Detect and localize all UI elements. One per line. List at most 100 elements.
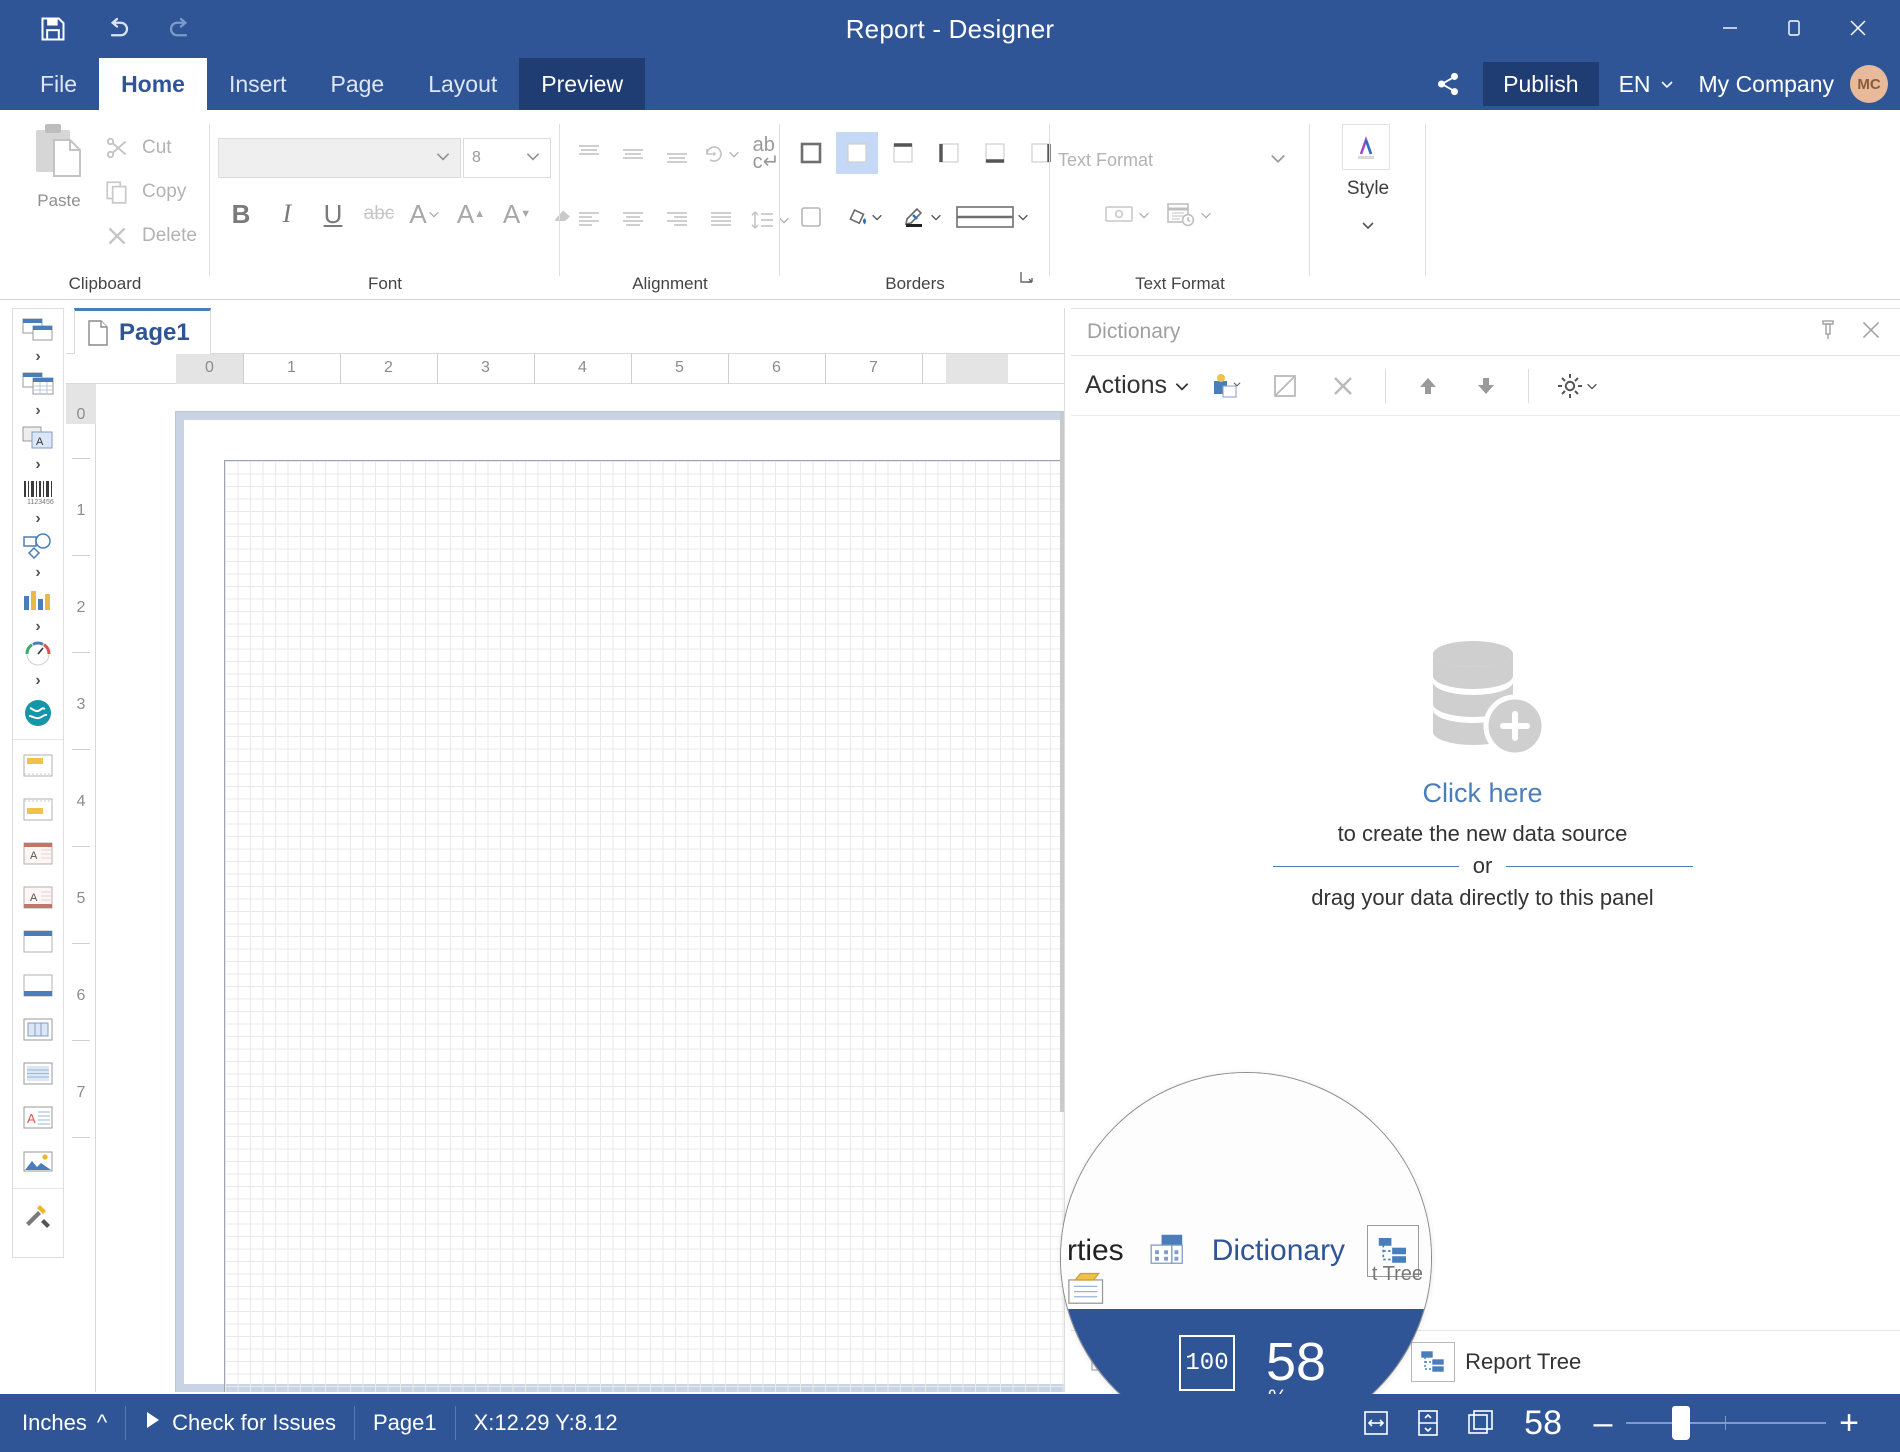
settings-icon[interactable]	[1549, 364, 1605, 408]
tab-layout[interactable]: Layout	[406, 58, 519, 110]
zoom-slider-track[interactable]	[1626, 1422, 1826, 1424]
fit-page-icon[interactable]	[1454, 1401, 1506, 1445]
minimize-button[interactable]	[1698, 4, 1762, 52]
move-up-icon[interactable]	[1406, 364, 1450, 408]
check-for-issues-button[interactable]: Check for Issues	[126, 1406, 355, 1440]
column-header-band-icon[interactable]	[13, 1008, 63, 1052]
shape-expand-arrow[interactable]: ›	[13, 563, 63, 583]
border-color-button[interactable]	[894, 196, 948, 238]
style-button[interactable]	[1342, 124, 1390, 170]
fill-color-button[interactable]	[836, 196, 890, 238]
zoom-out-button[interactable]: –	[1580, 1401, 1626, 1445]
zoom-slider-thumb[interactable]	[1672, 1406, 1690, 1440]
band-icon[interactable]	[13, 313, 63, 347]
data-band-expand-arrow[interactable]: ›	[13, 401, 63, 421]
align-right-button[interactable]	[656, 198, 698, 242]
align-center-button[interactable]	[612, 198, 654, 242]
new-item-icon[interactable]	[1205, 364, 1249, 408]
tab-report-tree[interactable]: Report Tree	[1411, 1342, 1581, 1382]
language-selector[interactable]: EN	[1605, 71, 1689, 98]
text-expand-arrow[interactable]: ›	[13, 455, 63, 475]
image-icon[interactable]	[13, 1140, 63, 1184]
group-header-band-icon[interactable]	[13, 920, 63, 964]
close-button[interactable]	[1826, 4, 1890, 52]
current-page-label[interactable]: Page1	[355, 1406, 456, 1440]
font-color-button[interactable]: A	[404, 192, 446, 236]
horizontal-ruler[interactable]: 0 1 2 3 4 5 6 7	[66, 354, 1064, 384]
bottom-border-button[interactable]	[974, 132, 1016, 174]
border-style-button[interactable]	[952, 196, 1032, 238]
move-down-icon[interactable]	[1464, 364, 1508, 408]
align-middle-button[interactable]	[612, 132, 654, 176]
company-label[interactable]: My Company	[1689, 71, 1844, 98]
align-left-button[interactable]	[568, 198, 610, 242]
tab-preview[interactable]: Preview	[519, 58, 645, 110]
align-bottom-button[interactable]	[656, 132, 698, 176]
shape-icon[interactable]	[13, 529, 63, 563]
italic-button[interactable]: I	[266, 192, 308, 236]
data-band-icon[interactable]	[13, 367, 63, 401]
report-canvas[interactable]	[96, 384, 1064, 1392]
zoom-slider[interactable]: – +	[1580, 1401, 1872, 1445]
copy-button[interactable]: Copy	[104, 170, 197, 214]
edit-icon[interactable]	[1263, 364, 1307, 408]
text-rotation-button[interactable]	[700, 132, 742, 176]
text-format-select[interactable]: Text Format	[1058, 142, 1288, 178]
report-summary-band-icon[interactable]	[13, 788, 63, 832]
remove-icon[interactable]	[1321, 364, 1365, 408]
outline-border-button[interactable]	[790, 196, 832, 238]
gauge-expand-arrow[interactable]: ›	[13, 671, 63, 691]
text-box-icon[interactable]: A	[13, 1096, 63, 1140]
bold-button[interactable]: B	[220, 192, 262, 236]
publish-button[interactable]: Publish	[1483, 62, 1598, 106]
tab-file[interactable]: File	[18, 58, 99, 110]
tab-insert[interactable]: Insert	[207, 58, 309, 110]
vertical-ruler[interactable]: 0 1 2 3 4 5 6 7	[66, 384, 96, 1392]
tab-page[interactable]: Page	[309, 58, 407, 110]
chart-expand-arrow[interactable]: ›	[13, 617, 63, 637]
underline-button[interactable]: U	[312, 192, 354, 236]
page-footer-band-icon[interactable]: A	[13, 876, 63, 920]
maximize-button[interactable]	[1762, 4, 1826, 52]
delete-button[interactable]: Delete	[104, 214, 197, 258]
page-tab-page1[interactable]: Page1	[74, 308, 211, 354]
group-footer-band-icon[interactable]	[13, 964, 63, 1008]
share-icon[interactable]	[1419, 58, 1477, 110]
barcode-icon[interactable]: 1123456	[13, 475, 63, 509]
no-border-button[interactable]	[836, 132, 878, 174]
magnified-zoom-100-button[interactable]: 100	[1179, 1335, 1235, 1391]
align-top-button[interactable]	[568, 132, 610, 176]
paste-button[interactable]: Paste	[20, 120, 98, 211]
actions-menu-button[interactable]: Actions	[1085, 371, 1191, 400]
barcode-expand-arrow[interactable]: ›	[13, 509, 63, 529]
units-selector[interactable]: Inches ^	[0, 1406, 126, 1440]
tools-icon[interactable]	[13, 1193, 63, 1237]
font-name-input[interactable]	[218, 138, 461, 178]
left-border-button[interactable]	[928, 132, 970, 174]
currency-format-button[interactable]	[1098, 194, 1156, 236]
magnified-dictionary-icon[interactable]	[1146, 1229, 1190, 1274]
page-header-band-icon[interactable]: A	[13, 832, 63, 876]
strikethrough-button[interactable]: abc	[358, 192, 400, 236]
style-more-button[interactable]	[1310, 218, 1426, 239]
font-size-input[interactable]: 8	[463, 138, 551, 178]
close-icon[interactable]	[1858, 317, 1884, 348]
design-grid[interactable]	[224, 460, 1064, 1392]
chart-icon[interactable]	[13, 583, 63, 617]
text-objects-icon[interactable]: A	[13, 421, 63, 455]
map-icon[interactable]	[13, 691, 63, 735]
create-data-source-link[interactable]: Click here	[1065, 778, 1900, 809]
magnified-dictionary-label[interactable]: Dictionary	[1212, 1234, 1345, 1268]
borders-dialog-launcher[interactable]	[1018, 269, 1036, 292]
cut-button[interactable]: Cut	[104, 126, 197, 170]
avatar[interactable]: MC	[1850, 65, 1888, 103]
tab-home[interactable]: Home	[99, 58, 207, 110]
date-format-button[interactable]	[1160, 194, 1218, 236]
fit-width-icon[interactable]	[1350, 1401, 1402, 1445]
zoom-in-button[interactable]: +	[1826, 1401, 1872, 1445]
top-border-button[interactable]	[882, 132, 924, 174]
gauge-icon[interactable]	[13, 637, 63, 671]
justify-button[interactable]	[700, 198, 742, 242]
band-expand-arrow[interactable]: ›	[13, 347, 63, 367]
fit-height-icon[interactable]	[1402, 1401, 1454, 1445]
